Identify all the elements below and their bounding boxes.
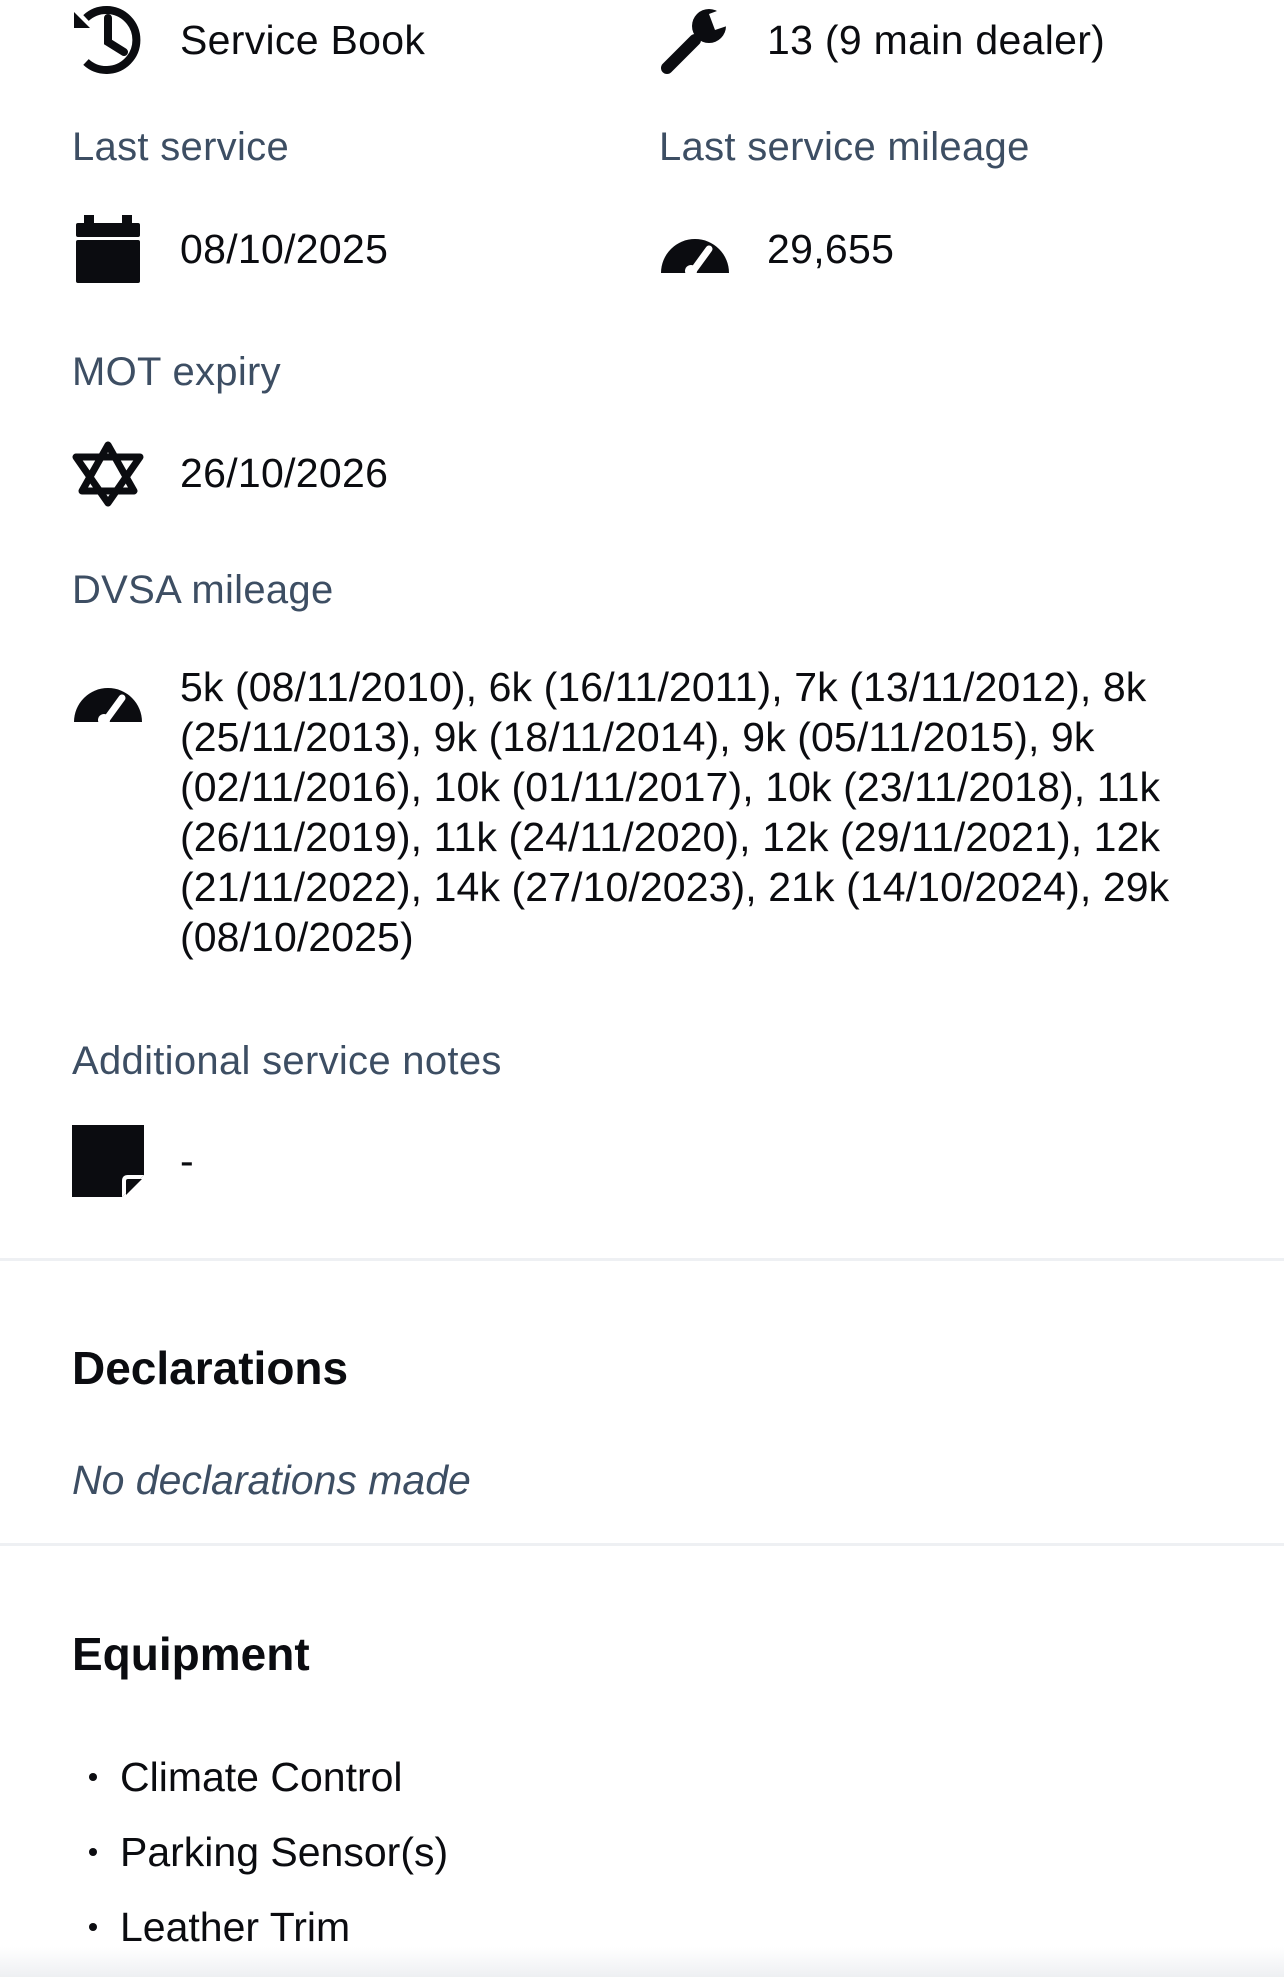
calendar-icon [72, 213, 144, 285]
additional-notes-label: Additional service notes [72, 1039, 502, 1083]
equipment-item-label: Climate Control [120, 1753, 403, 1800]
declarations-title: Declarations [72, 1342, 349, 1394]
note-icon [72, 1125, 144, 1197]
last-service-mileage-row: 29,655 [659, 213, 894, 285]
mot-triangles-icon [72, 437, 144, 509]
equipment-item-label: Parking Sensor(s) [120, 1828, 449, 1875]
additional-notes-row: - [72, 1125, 194, 1197]
section-divider [0, 1543, 1284, 1546]
bullet-icon [89, 1773, 97, 1781]
equipment-item-label: Leather Trim [120, 1903, 351, 1950]
last-service-label: Last service [72, 125, 290, 169]
vehicle-details-page: Service Book 13 (9 main dealer) Last ser… [0, 0, 1284, 1977]
last-service-mileage-value: 29,655 [767, 226, 895, 272]
equipment-title: Equipment [72, 1628, 310, 1680]
service-history-row: Service Book [72, 4, 425, 76]
mot-expiry-value: 26/10/2026 [180, 450, 389, 496]
additional-notes-value: - [180, 1138, 194, 1184]
last-service-mileage-label: Last service mileage [659, 125, 1030, 169]
speedometer-icon [659, 213, 731, 285]
dvsa-mileage-label: DVSA mileage [72, 568, 334, 612]
list-item: Leather Trim [72, 1902, 448, 1952]
list-item: Climate Control [72, 1752, 448, 1802]
services-count-row: 13 (9 main dealer) [659, 4, 1105, 76]
dvsa-mileage-row: 5k (08/11/2010), 6k (16/11/2011), 7k (13… [72, 662, 1212, 962]
section-divider [0, 1258, 1284, 1261]
history-icon [72, 4, 144, 76]
service-history-value: Service Book [180, 17, 426, 63]
declarations-empty-text: No declarations made [72, 1457, 471, 1503]
last-service-row: 08/10/2025 [72, 213, 388, 285]
mot-expiry-row: 26/10/2026 [72, 437, 388, 509]
bottom-fade [0, 1947, 1284, 1977]
wrench-icon [659, 4, 731, 76]
mot-expiry-label: MOT expiry [72, 350, 281, 394]
list-item: Parking Sensor(s) [72, 1827, 448, 1877]
equipment-list: Climate Control Parking Sensor(s) Leathe… [72, 1752, 448, 1977]
speedometer-icon [72, 662, 144, 734]
bullet-icon [89, 1923, 97, 1931]
last-service-value: 08/10/2025 [180, 226, 389, 272]
services-count-value: 13 (9 main dealer) [767, 17, 1106, 63]
bullet-icon [89, 1848, 97, 1856]
dvsa-mileage-value: 5k (08/11/2010), 6k (16/11/2011), 7k (13… [180, 664, 1170, 960]
